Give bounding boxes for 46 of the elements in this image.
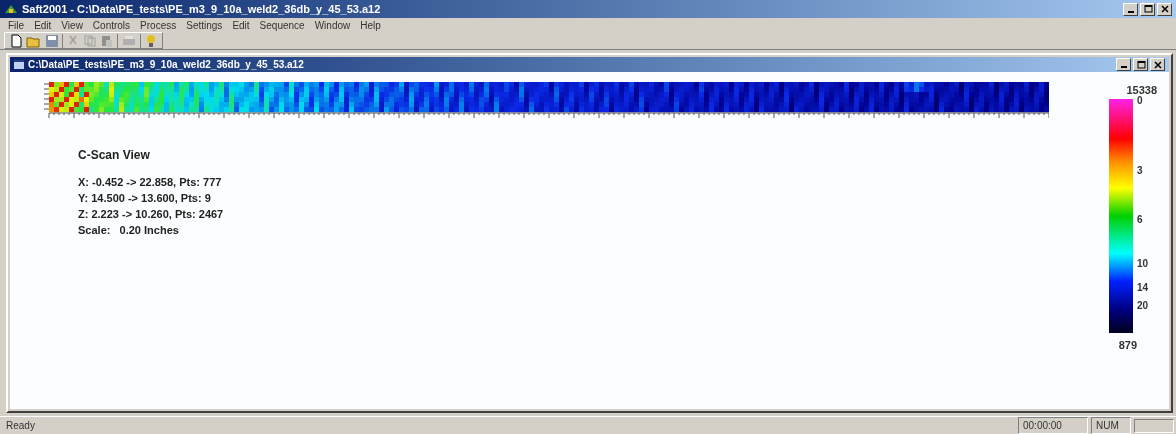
menu-item[interactable]: Settings (182, 17, 227, 33)
scale-tick-label: 20 (1137, 300, 1149, 313)
status-text: Ready (5, 419, 36, 433)
close-button[interactable] (1150, 58, 1165, 71)
scale-tick-label: 10 (1137, 258, 1149, 271)
maximize-icon (1142, 4, 1153, 14)
menu-item[interactable]: Window (310, 17, 355, 33)
view-heading: C-Scan View (78, 147, 151, 164)
child-window-title: C:\Data\PE_tests\PE_m3_9_10a_weld2_36db_y_45_53.a12 (28, 58, 304, 72)
new-file-icon[interactable] (9, 33, 23, 48)
close-icon (1159, 4, 1170, 14)
save-icon[interactable] (45, 33, 59, 48)
info-line: Y: 14.500 -> 13.600, Pts: 9 (78, 191, 212, 206)
menu-item[interactable]: Process (136, 17, 181, 33)
menu-item[interactable]: View (57, 17, 87, 33)
scale-tick-label: 6 (1137, 213, 1143, 226)
min-value-label: 879 (1118, 337, 1137, 353)
maximize-icon (1135, 59, 1146, 70)
close-button[interactable] (1157, 2, 1172, 16)
scale-tick-label: 0 (1137, 94, 1143, 107)
info-line: Scale: 0.20 Inches (78, 223, 180, 238)
menu-item[interactable]: Edit (228, 17, 254, 33)
app-icon (4, 3, 18, 15)
minimize-icon (1120, 66, 1127, 68)
menu-item[interactable]: Sequence (255, 17, 309, 33)
close-icon (1152, 59, 1163, 70)
minimize-button[interactable] (1116, 58, 1131, 71)
maximize-button[interactable] (1133, 58, 1148, 71)
document-icon (14, 60, 24, 69)
scale-tick-label: 14 (1137, 281, 1149, 294)
maximize-button[interactable] (1140, 2, 1155, 16)
menu-item[interactable]: Edit (30, 17, 56, 33)
menu-item[interactable]: File (4, 17, 29, 33)
scale-tick-label: 3 (1137, 164, 1143, 177)
window-title: Saft2001 - C:\Data\PE_tests\PE_m3_9_10a_weld2_36db_y_45_53.a12 (22, 1, 381, 17)
menu-item[interactable]: Controls (88, 17, 135, 33)
status-time: 00:00:00 (1018, 417, 1088, 434)
status-panel (1134, 418, 1174, 433)
info-line: Z: 2.223 -> 10.260, Pts: 2467 (78, 207, 225, 222)
minimize-icon (1127, 10, 1134, 13)
max-value-label: 15338 (1126, 83, 1157, 96)
menu-item[interactable]: Help (356, 17, 385, 33)
info-line: X: -0.452 -> 22.858, Pts: 777 (78, 175, 223, 190)
status-num: NUM (1091, 417, 1131, 434)
minimize-button[interactable] (1123, 2, 1138, 16)
lightbulb-icon[interactable] (144, 33, 158, 48)
